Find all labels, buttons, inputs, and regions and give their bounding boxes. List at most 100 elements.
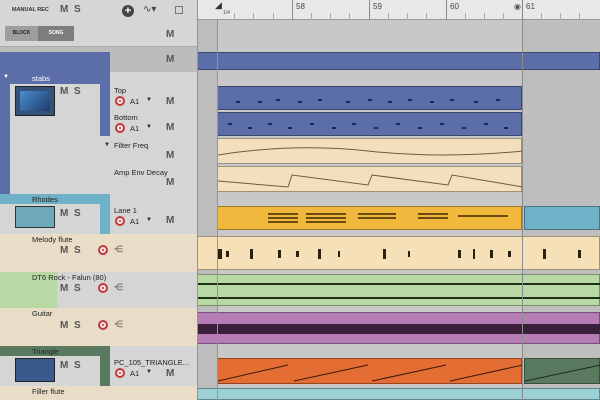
- rhodes-lane-mute[interactable]: M: [166, 215, 174, 226]
- monitor-icon[interactable]: ⋲: [114, 244, 123, 255]
- dt6-mute[interactable]: M: [60, 283, 68, 294]
- stabs-mute[interactable]: M: [60, 86, 68, 97]
- triangle-track-name[interactable]: Triangle: [32, 347, 59, 356]
- triangle-mute[interactable]: M: [60, 360, 68, 371]
- bar-61: 61: [522, 0, 535, 20]
- rhodes-thumbnail[interactable]: [15, 206, 55, 228]
- rhodes-lane-label[interactable]: Lane 1: [114, 206, 137, 215]
- automation-amp-mute[interactable]: M: [166, 177, 174, 188]
- triangle-a1[interactable]: A1: [130, 369, 139, 378]
- triangle-rec-button[interactable]: [115, 368, 125, 378]
- melody-flute-mute[interactable]: M: [60, 245, 68, 256]
- bar-58: 58: [292, 0, 305, 20]
- melody-flute-waveform: [218, 249, 581, 259]
- master-solo-button[interactable]: S: [74, 4, 81, 15]
- loop-end-line: [522, 20, 523, 400]
- triangle-clip-2[interactable]: [524, 358, 600, 384]
- guitar-clip[interactable]: [197, 312, 600, 344]
- guitar-rec[interactable]: [98, 320, 108, 330]
- guitar-mute[interactable]: M: [60, 320, 68, 331]
- loop-start-marker[interactable]: ◢: [215, 0, 222, 11]
- amp-env-automation-clip[interactable]: [217, 166, 523, 192]
- triangle-notes-2: [525, 364, 600, 382]
- automation-filter-freq-label[interactable]: Filter Freq: [114, 141, 148, 150]
- chevron-down-icon[interactable]: ▼: [146, 124, 152, 130]
- triangle-lane-label[interactable]: PC_105_TRIANGLE...: [114, 358, 189, 367]
- triangle-lane-bar: [100, 356, 110, 386]
- group-color-strip: [0, 52, 110, 72]
- stabs-top-clip[interactable]: [217, 86, 522, 110]
- rhodes-rec-button[interactable]: [115, 216, 125, 226]
- filler-flute-clip[interactable]: [197, 388, 600, 400]
- stabs-track-name[interactable]: stabs: [32, 74, 50, 83]
- rhodes-mute[interactable]: M: [60, 208, 68, 219]
- dt6-track-name[interactable]: DT6 Rock - Falun (80): [32, 273, 106, 282]
- triangle-clip[interactable]: [217, 358, 523, 384]
- instrument-thumbnail[interactable]: [15, 86, 55, 116]
- dt6-solo[interactable]: S: [74, 283, 81, 294]
- window-icon[interactable]: [175, 6, 183, 14]
- rhodes-clip[interactable]: [217, 206, 522, 230]
- stabs-bottom-clip[interactable]: [217, 112, 522, 136]
- group-clip[interactable]: [197, 52, 600, 70]
- loop-start-label: 1/4: [223, 10, 230, 16]
- loop-end-marker[interactable]: ◉: [514, 2, 521, 11]
- filter-freq-curve: [218, 147, 523, 156]
- song-mode-button[interactable]: SONG: [38, 26, 74, 41]
- timeline-ruler[interactable]: ◢ 1/4 58 59 60 61 ◉: [197, 0, 600, 20]
- lane-top-mute[interactable]: M: [166, 96, 174, 107]
- expand-icon[interactable]: ▼: [3, 74, 9, 80]
- guitar-solo[interactable]: S: [74, 320, 81, 331]
- bar-59: 59: [369, 0, 382, 20]
- group-mute[interactable]: M: [166, 54, 174, 65]
- chevron-down-icon[interactable]: ▼: [146, 217, 152, 223]
- header-mute[interactable]: M: [166, 29, 174, 40]
- lane-top-label[interactable]: Top: [114, 86, 126, 95]
- lane-bottom-rec-button[interactable]: [115, 123, 125, 133]
- loop-start-line: [217, 20, 218, 400]
- lane-top-a1[interactable]: A1: [130, 97, 139, 106]
- triangle-lane-mute[interactable]: M: [166, 368, 174, 379]
- dt6-clip[interactable]: [197, 274, 600, 306]
- stabs-color-tab: [0, 84, 10, 194]
- lane-bottom-a1[interactable]: A1: [130, 124, 139, 133]
- filter-freq-automation-clip[interactable]: [217, 138, 523, 164]
- guitar-track-name[interactable]: Guitar: [32, 309, 52, 318]
- chevron-down-icon[interactable]: ▼: [146, 97, 152, 103]
- rhodes-a1[interactable]: A1: [130, 217, 139, 226]
- automation-expand-icon[interactable]: ▼: [104, 142, 110, 148]
- plus-icon: +: [124, 5, 132, 17]
- automation-amp-env-label[interactable]: Amp Env Decay: [114, 168, 168, 177]
- lane-bottom-mute[interactable]: M: [166, 122, 174, 133]
- melody-flute-solo[interactable]: S: [74, 245, 81, 256]
- melody-flute-rec[interactable]: [98, 245, 108, 255]
- triangle-notes: [218, 364, 523, 382]
- chevron-down-icon[interactable]: ▼: [146, 369, 152, 375]
- dt6-rec[interactable]: [98, 283, 108, 293]
- rhodes-track-name[interactable]: Rhodes: [32, 195, 58, 204]
- monitor-icon[interactable]: ⋲: [114, 282, 123, 293]
- stabs-solo[interactable]: S: [74, 86, 81, 97]
- monitor-icon[interactable]: ⋲: [114, 319, 123, 330]
- rhodes-lane-bar: [100, 204, 110, 234]
- automation-filter-mute[interactable]: M: [166, 150, 174, 161]
- rhodes-clip-2[interactable]: [524, 206, 600, 230]
- block-mode-button[interactable]: BLOCK: [5, 26, 38, 41]
- lane-bottom-label[interactable]: Bottom: [114, 113, 138, 122]
- bar-60: 60: [446, 0, 459, 20]
- filler-flute-header[interactable]: [0, 386, 197, 400]
- add-track-button[interactable]: +: [122, 5, 134, 17]
- melody-flute-clip[interactable]: [197, 236, 600, 270]
- melody-flute-name[interactable]: Melody flute: [32, 235, 72, 244]
- triangle-solo[interactable]: S: [74, 360, 81, 371]
- master-mute-button[interactable]: M: [60, 4, 68, 15]
- rhodes-solo[interactable]: S: [74, 208, 81, 219]
- triangle-thumbnail[interactable]: [15, 358, 55, 382]
- filler-flute-name[interactable]: Filler flute: [32, 387, 65, 396]
- manual-rec-label[interactable]: MANUAL REC: [12, 7, 49, 13]
- amp-env-curve: [218, 174, 523, 188]
- curve-icon[interactable]: ∿▾: [143, 4, 156, 15]
- stabs-name-bar: [0, 72, 110, 84]
- lane-color-bar: [100, 84, 110, 136]
- lane-top-rec-button[interactable]: [115, 96, 125, 106]
